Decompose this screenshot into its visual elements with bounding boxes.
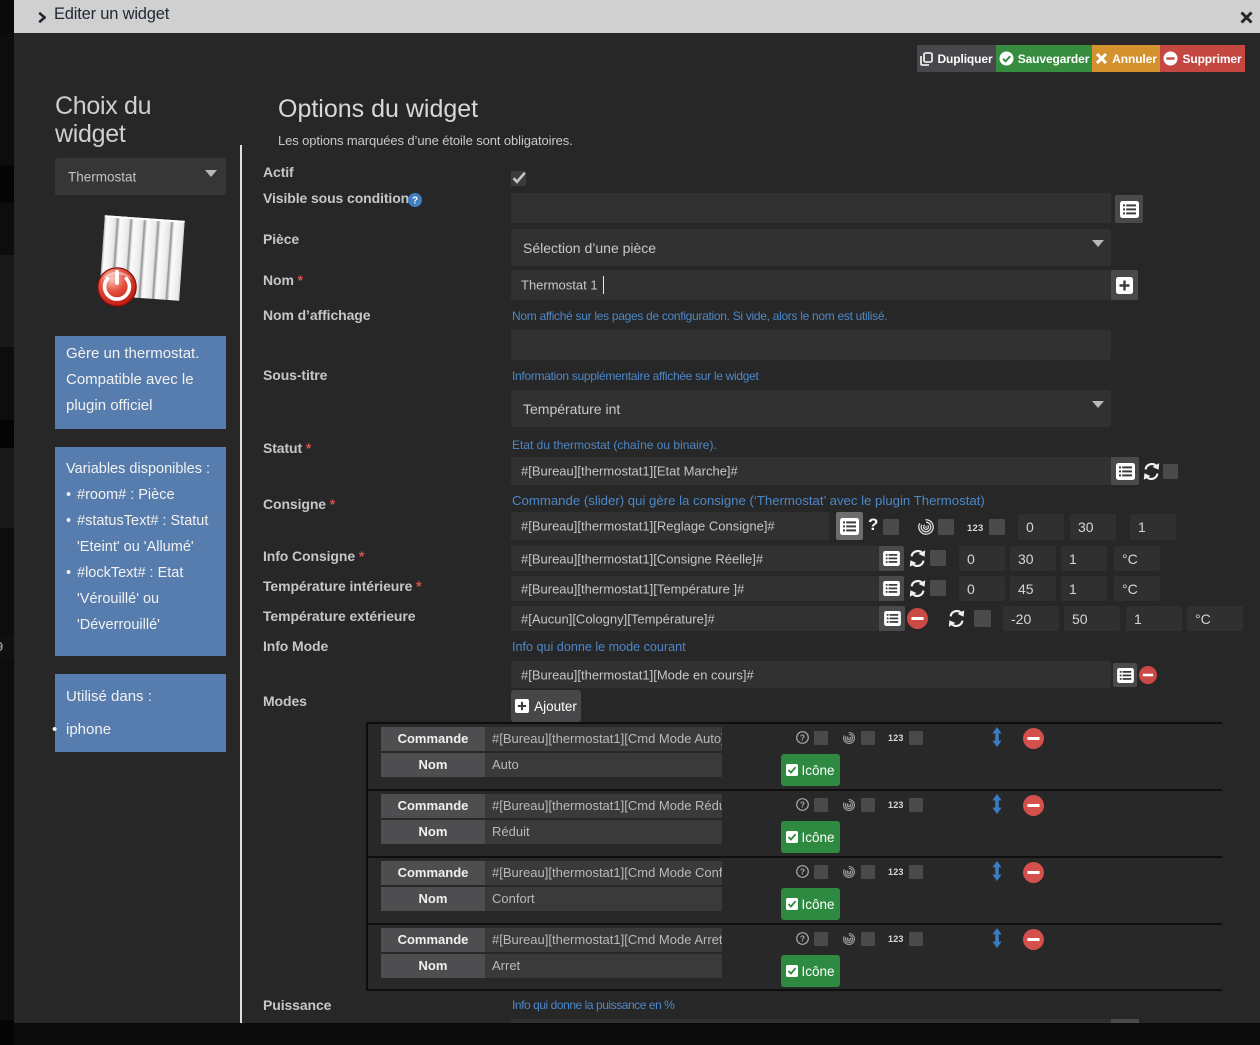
- svg-text:?: ?: [800, 867, 805, 877]
- svg-text:?: ?: [800, 934, 805, 944]
- svg-text:?: ?: [800, 733, 805, 743]
- svg-text:?: ?: [412, 196, 418, 207]
- svg-text:?: ?: [800, 800, 805, 810]
